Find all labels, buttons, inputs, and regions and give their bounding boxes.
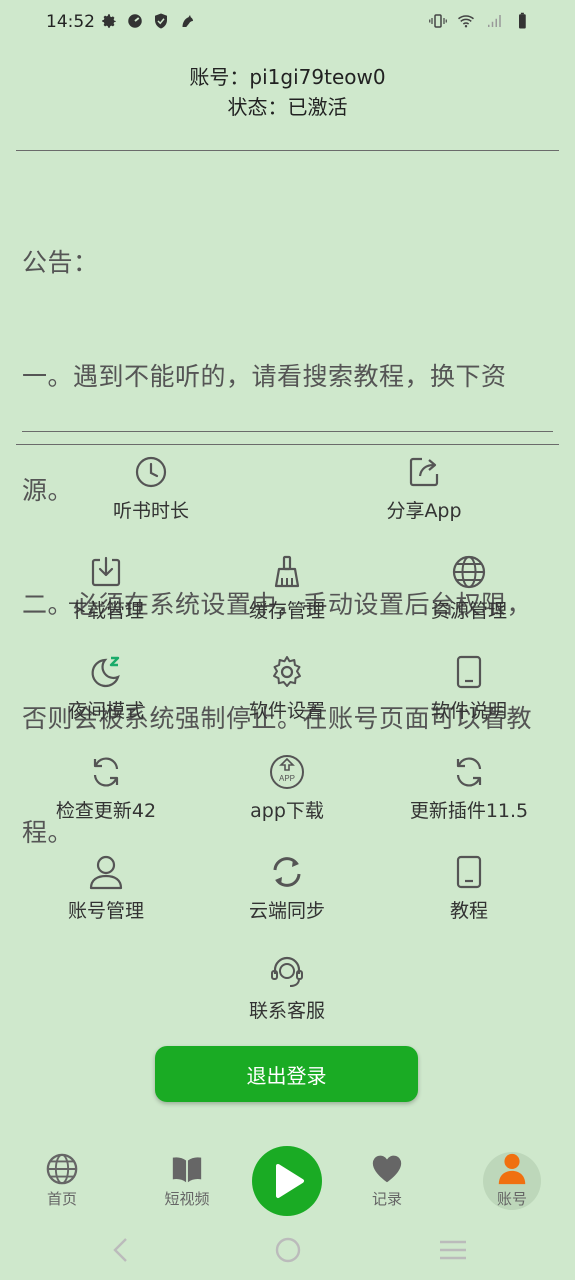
- software-settings-button[interactable]: 软件设置: [197, 654, 377, 723]
- play-icon: [276, 1164, 304, 1198]
- clock-icon: [135, 456, 167, 488]
- nav-records[interactable]: 记录: [347, 1152, 427, 1209]
- source-management-label: 资源管理: [430, 600, 507, 622]
- source-management-button[interactable]: 资源管理: [379, 554, 559, 623]
- app-upload-icon: APP: [270, 755, 304, 789]
- heart-icon: [372, 1155, 402, 1183]
- status-bar: 14:52: [0, 0, 575, 48]
- nav-short-video-label: 短视频: [164, 1190, 210, 1208]
- person-icon: [498, 1153, 526, 1185]
- nav-home[interactable]: 首页: [22, 1152, 102, 1209]
- app-download-button[interactable]: APP app下载: [197, 754, 377, 823]
- account-management-button[interactable]: 账号管理: [16, 854, 196, 923]
- tutorial-button[interactable]: 教程: [379, 854, 559, 923]
- account-management-label: 账号管理: [67, 900, 144, 922]
- software-settings-label: 软件设置: [248, 700, 325, 722]
- speed-circle-icon: [128, 14, 142, 28]
- contact-support-label: 联系客服: [248, 1000, 325, 1022]
- software-help-label: 软件说明: [430, 700, 507, 722]
- listen-time-button[interactable]: 听书时长: [61, 454, 241, 523]
- moon-icon: [91, 656, 120, 688]
- notice-underline: [22, 431, 553, 432]
- download-icon: [91, 556, 121, 587]
- nav-account[interactable]: 账号: [472, 1152, 552, 1209]
- vibrate-icon: [429, 14, 447, 28]
- svg-text:APP: APP: [279, 774, 295, 783]
- status-left-icons: [100, 12, 196, 30]
- notice-line: 一。遇到不能听的，请看搜索教程，换下资: [22, 362, 507, 391]
- share-app-label: 分享App: [386, 500, 462, 522]
- nav-short-video[interactable]: 短视频: [147, 1152, 227, 1209]
- divider-bottom: [16, 444, 559, 445]
- cache-management-button[interactable]: 缓存管理: [197, 554, 377, 623]
- account-id: 账号：pi1gi79teow0: [189, 65, 386, 89]
- book-icon: [172, 1157, 202, 1183]
- account-info: 账号：pi1gi79teow0 状态：已激活: [0, 62, 575, 122]
- download-management-button[interactable]: 下载管理: [16, 554, 196, 623]
- home-circle-icon[interactable]: [274, 1236, 302, 1264]
- nav-home-label: 首页: [46, 1190, 77, 1208]
- cache-management-label: 缓存管理: [248, 600, 325, 622]
- app-download-label: app下载: [250, 800, 324, 822]
- tablet-icon: [456, 855, 482, 889]
- status-time: 14:52: [46, 12, 95, 32]
- gear-icon: [273, 656, 301, 687]
- download-management-label: 下载管理: [67, 600, 144, 622]
- battery-icon: [519, 12, 526, 29]
- update-plugin-label: 更新插件11.5: [409, 800, 529, 822]
- night-mode-button[interactable]: 夜间模式: [16, 654, 196, 723]
- globe-icon: [452, 555, 486, 589]
- bird-icon: [182, 15, 193, 27]
- check-update-button[interactable]: 检查更新42: [16, 754, 196, 823]
- tablet-icon: [456, 655, 482, 689]
- refresh-icon: [93, 757, 119, 787]
- cloud-sync-button[interactable]: 云端同步: [197, 854, 377, 923]
- notice-line: 公告：: [22, 248, 99, 277]
- recents-menu-icon[interactable]: [438, 1238, 468, 1262]
- cell-signal-icon: [488, 15, 501, 27]
- share-icon: [409, 457, 439, 487]
- cloud-sync-label: 云端同步: [248, 900, 325, 922]
- account-status: 状态：已激活: [227, 95, 348, 119]
- contact-support-button[interactable]: 联系客服: [197, 954, 377, 1023]
- check-update-label: 检查更新42: [55, 800, 157, 822]
- logout-button[interactable]: 退出登录: [155, 1046, 418, 1102]
- night-mode-label: 夜间模式: [67, 700, 144, 722]
- shield-icon: [155, 13, 167, 29]
- divider-top: [16, 150, 559, 151]
- nav-account-label: 账号: [496, 1190, 527, 1208]
- wifi-icon: [458, 15, 474, 28]
- back-icon[interactable]: [108, 1236, 134, 1264]
- refresh-icon: [456, 757, 482, 787]
- status-right-icons: [429, 12, 531, 30]
- person-icon: [89, 855, 123, 890]
- tutorial-label: 教程: [449, 900, 488, 922]
- share-app-button[interactable]: 分享App: [334, 454, 514, 523]
- broom-icon: [274, 555, 300, 588]
- update-plugin-button[interactable]: 更新插件11.5: [379, 754, 559, 823]
- play-button[interactable]: [252, 1146, 322, 1216]
- software-help-button[interactable]: 软件说明: [379, 654, 559, 723]
- system-navigation-bar: [0, 1228, 575, 1272]
- nav-records-label: 记录: [371, 1190, 402, 1208]
- listen-time-label: 听书时长: [112, 500, 189, 522]
- sync-icon: [273, 857, 301, 887]
- globe-icon: [46, 1153, 78, 1185]
- settings-gear-icon: [102, 14, 116, 28]
- headset-icon: [271, 956, 303, 987]
